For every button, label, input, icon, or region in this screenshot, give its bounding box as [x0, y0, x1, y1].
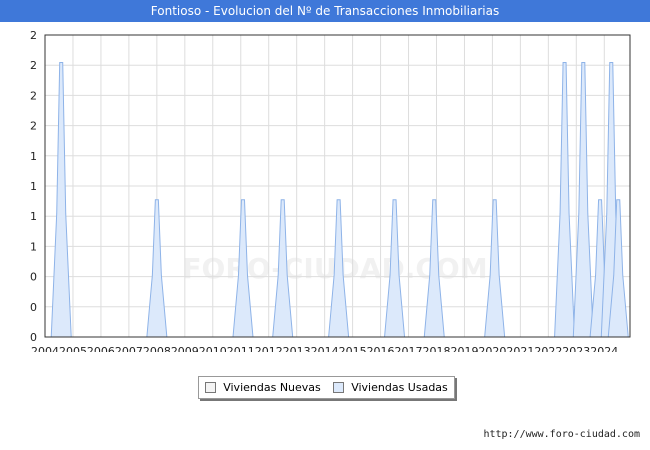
x-tick-label: 2019 [450, 345, 478, 352]
y-tick-label: 0 [30, 331, 37, 344]
x-tick-label: 2022 [534, 345, 562, 352]
y-axis: 0 0 0 1 1 1 1 2 2 2 2 [30, 29, 37, 344]
x-tick-label: 2021 [506, 345, 534, 352]
x-tick-label: 2013 [283, 345, 311, 352]
legend-swatch-usadas [333, 382, 345, 393]
x-tick-label: 2009 [171, 345, 199, 352]
legend-item-usadas: Viviendas Usadas [333, 381, 448, 394]
y-tick-label: 0 [30, 301, 37, 314]
legend-item-nuevas: Viviendas Nuevas [205, 381, 321, 394]
y-tick-label: 1 [30, 150, 37, 163]
credit-url: http://www.foro-ciudad.com [483, 429, 640, 440]
x-tick-label: 2015 [339, 345, 367, 352]
y-tick-label: 1 [30, 210, 37, 223]
x-tick-label: 2018 [422, 345, 450, 352]
y-tick-label: 1 [30, 180, 37, 193]
x-tick-label: 2011 [227, 345, 255, 352]
x-tick-label: 2020 [478, 345, 506, 352]
legend-label-nuevas: Viviendas Nuevas [223, 381, 321, 394]
y-tick-label: 0 [30, 271, 37, 284]
x-tick-label: 2010 [199, 345, 227, 352]
y-tick-label: 2 [30, 120, 37, 133]
legend-label-usadas: Viviendas Usadas [351, 381, 448, 394]
x-tick-label: 2008 [143, 345, 171, 352]
x-tick-label: 2006 [87, 345, 115, 352]
area-spike-viviendas-usadas [50, 61, 72, 338]
y-tick-label: 1 [30, 240, 37, 253]
x-tick-label: 2007 [115, 345, 143, 352]
x-tick-label: 2024 [590, 345, 618, 352]
x-tick-label: 2005 [59, 345, 87, 352]
legend: Viviendas Nuevas Viviendas Usadas [198, 376, 455, 399]
area-spike-viviendas-usadas [146, 199, 168, 338]
area-spike-viviendas-usadas [484, 199, 506, 338]
x-tick-label: 2004 [31, 345, 59, 352]
x-tick-label: 2017 [395, 345, 423, 352]
x-tick-label: 2023 [562, 345, 590, 352]
y-tick-label: 2 [30, 59, 37, 72]
y-tick-label: 2 [30, 89, 37, 102]
area-series-viviendas-usadas [50, 61, 629, 338]
x-tick-label: 2016 [367, 345, 395, 352]
chart: FORO-CIUDAD.COM 00011112222 200420052006… [30, 29, 631, 352]
x-tick-label: 2012 [255, 345, 283, 352]
x-axis: 2004 2005 2006 2007 2008 2009 2010 2011 2012 2013… [31, 345, 618, 352]
chart-title: Fontioso - Evolucion del Nº de Transacci… [0, 0, 650, 22]
legend-swatch-nuevas [205, 382, 217, 393]
area-spike-viviendas-usadas [554, 61, 576, 338]
x-tick-label: 2014 [311, 345, 339, 352]
y-tick-label: 2 [30, 29, 37, 42]
